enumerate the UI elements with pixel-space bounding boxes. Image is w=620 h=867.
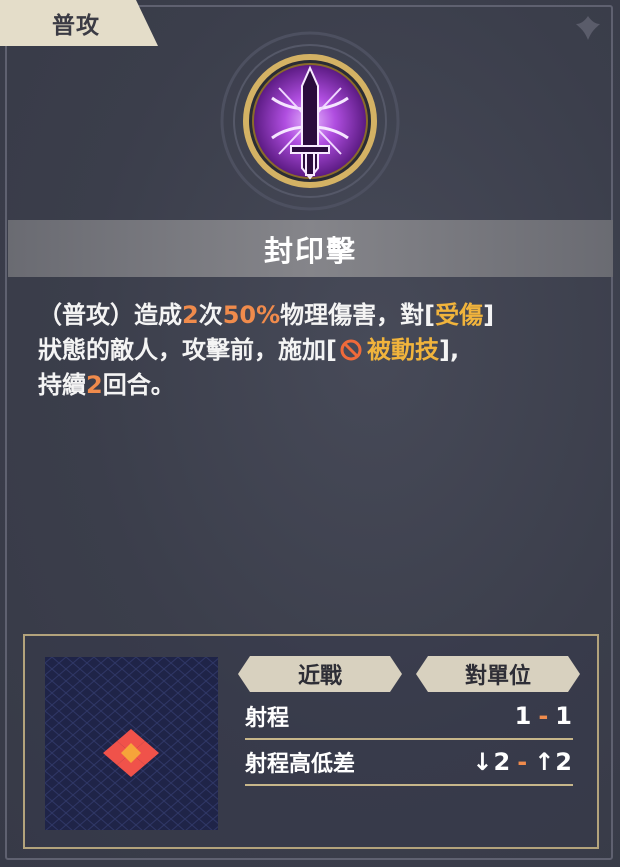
height-diff-row: 射程高低差 ↓2- ↑2: [245, 740, 573, 786]
skill-name: 封印擊: [263, 233, 357, 268]
attack-range-grid: [45, 657, 218, 830]
range-value: 1-1: [515, 702, 573, 730]
height-down: 2: [493, 748, 512, 776]
desc-text: 回合。: [102, 371, 175, 399]
range-row: 射程 1-1: [245, 694, 573, 740]
attack-type-label: 近戰: [297, 664, 342, 689]
desc-text: 物理傷害，對[: [280, 301, 436, 329]
fleur-ornament-icon: [576, 16, 600, 40]
range-dash: -: [538, 702, 550, 730]
arrow-down-icon: ↓: [472, 748, 494, 776]
damage-percent: 50%: [222, 301, 281, 329]
desc-text: 次: [198, 301, 223, 329]
height-up: 2: [555, 748, 573, 776]
prohibited-icon: [340, 339, 362, 361]
target-type-badge: 對單位: [416, 656, 580, 692]
desc-text: ],: [438, 336, 460, 364]
height-dash: -: [517, 748, 529, 776]
skill-type-tag: 普攻: [0, 0, 158, 46]
height-diff-value: ↓2- ↑2: [472, 748, 573, 776]
turn-count: 2: [86, 371, 103, 399]
sealed-sword-icon: [271, 65, 349, 180]
desc-text: （普攻）造成: [38, 301, 182, 329]
effect-keyword[interactable]: 被動技: [367, 336, 439, 364]
attack-type-badge: 近戰: [238, 656, 402, 692]
range-min: 1: [514, 702, 533, 730]
range-label: 射程: [245, 706, 290, 731]
skill-description: （普攻）造成2次50%物理傷害，對[受傷] 狀態的敵人，攻擊前，施加[被動技],…: [38, 298, 598, 403]
desc-text: 狀態的敵人，攻擊前，施加[: [38, 336, 337, 364]
status-keyword[interactable]: 受傷: [435, 301, 483, 329]
height-diff-label: 射程高低差: [245, 752, 356, 777]
skill-type-label: 普攻: [52, 13, 100, 39]
desc-text: 持續: [38, 371, 86, 399]
range-max: 1: [555, 702, 573, 730]
skill-title-bar: 封印擊: [8, 220, 613, 277]
desc-text: ]: [483, 301, 495, 329]
arrow-up-icon: ↑: [534, 748, 556, 776]
hit-count: 2: [182, 301, 199, 329]
target-type-label: 對單位: [464, 664, 531, 689]
skill-emblem: [217, 28, 403, 214]
